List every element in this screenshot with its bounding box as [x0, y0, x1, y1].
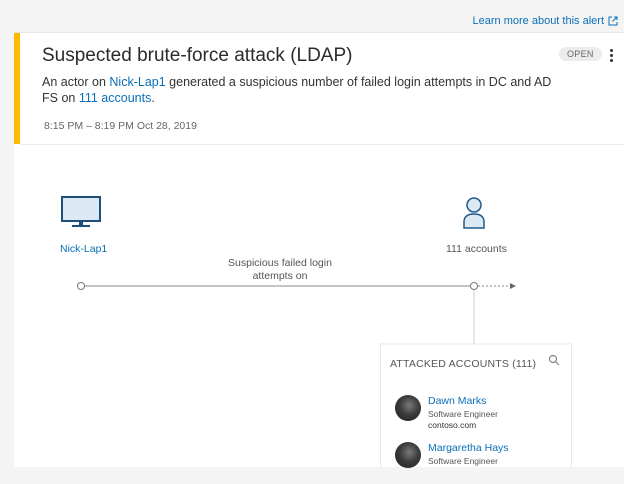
severity-accent-bar: [14, 33, 20, 144]
alert-card: Suspected brute-force attack (LDAP) OPEN…: [14, 32, 624, 468]
alert-date: Oct 28, 2019: [136, 120, 197, 132]
account-domain: contoso.com: [428, 420, 477, 430]
top-bar: Learn more about this alert: [0, 0, 624, 32]
source-entity-link[interactable]: Nick-Lap1: [109, 75, 165, 89]
description-suffix: .: [151, 91, 155, 105]
account-role: Software Engineer: [428, 456, 498, 466]
arrow-head-icon: [510, 283, 516, 289]
account-list-item[interactable]: Dawn Marks Software Engineer contoso.com: [395, 395, 575, 437]
target-accounts-label: 111 accounts: [446, 243, 507, 255]
learn-more-label: Learn more about this alert: [472, 15, 604, 27]
external-link-icon: [608, 16, 618, 26]
account-name[interactable]: Margaretha Hays: [428, 442, 509, 454]
search-icon[interactable]: [548, 354, 560, 366]
account-list-item[interactable]: Margaretha Hays Software Engineer: [395, 442, 575, 484]
account-role: Software Engineer: [428, 409, 498, 419]
connection-label: Suspicious failed login attempts on: [228, 257, 332, 282]
target-node: [470, 282, 478, 290]
header-divider: [20, 144, 624, 145]
attacked-accounts-title: ATTACKED ACCOUNTS (111): [390, 358, 537, 370]
avatar: [395, 442, 421, 468]
status-badge: OPEN: [559, 47, 602, 61]
source-device-label[interactable]: Nick-Lap1: [60, 243, 107, 255]
alert-description: An actor on Nick-Lap1 generated a suspic…: [42, 74, 562, 106]
avatar: [395, 395, 421, 421]
source-node: [77, 282, 85, 290]
alert-title: Suspected brute-force attack (LDAP): [42, 45, 353, 66]
accounts-link[interactable]: 111 accounts: [79, 91, 152, 105]
learn-more-link[interactable]: Learn more about this alert: [473, 15, 618, 27]
more-options-icon[interactable]: [606, 45, 616, 65]
alert-timestamp: 8:15 PM – 8:19 PM Oct 28, 2019: [44, 120, 197, 132]
account-name[interactable]: Dawn Marks: [428, 395, 486, 407]
time-range: 8:15 PM – 8:19 PM: [44, 120, 134, 132]
description-prefix: An actor on: [42, 75, 110, 89]
person-icon: [463, 197, 485, 229]
monitor-icon: [61, 196, 101, 227]
